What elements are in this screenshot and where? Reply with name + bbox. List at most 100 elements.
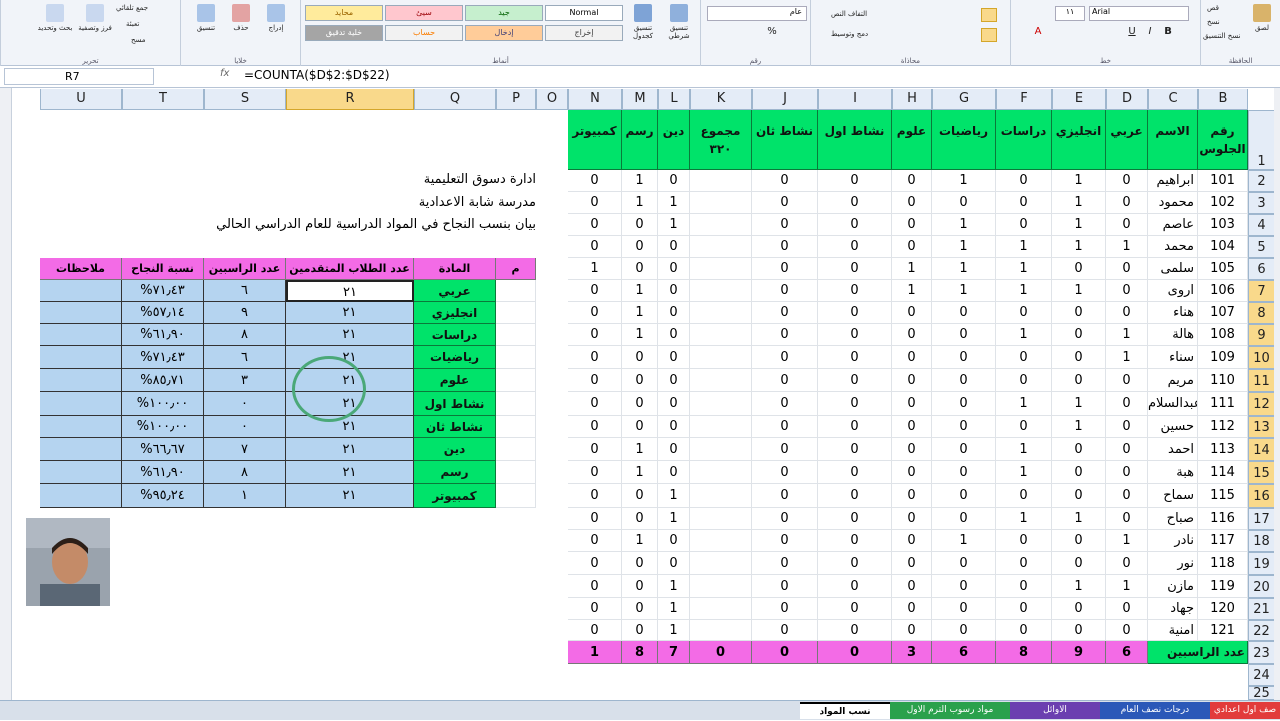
grades-cell[interactable]: 0: [752, 530, 818, 552]
grades-cell[interactable]: 0: [1052, 258, 1106, 280]
grades-cell[interactable]: 104: [1198, 236, 1248, 258]
grades-cell[interactable]: [690, 508, 752, 530]
summary-cell[interactable]: %٥٧٫١٤: [122, 302, 204, 324]
summary-cell[interactable]: [496, 461, 536, 484]
grades-cell[interactable]: 0: [1106, 620, 1148, 641]
grades-cell[interactable]: 1: [1052, 416, 1106, 438]
grades-cell[interactable]: 0: [622, 392, 658, 416]
grades-cell[interactable]: 0: [996, 170, 1052, 192]
column-header-h[interactable]: H: [892, 89, 932, 110]
grades-cell[interactable]: 1: [932, 170, 996, 192]
grades-cell[interactable]: 0: [818, 324, 892, 346]
grades-cell[interactable]: 0: [892, 214, 932, 236]
grades-cell[interactable]: 0: [996, 575, 1052, 598]
grades-cell[interactable]: 0: [568, 170, 622, 192]
grades-cell[interactable]: 0: [1052, 346, 1106, 369]
grades-cell[interactable]: 0: [932, 508, 996, 530]
column-header-i[interactable]: I: [818, 89, 892, 110]
grades-cell[interactable]: 0: [658, 258, 690, 280]
column-header-o[interactable]: O: [536, 89, 568, 110]
grades-cell[interactable]: 0: [658, 369, 690, 392]
grades-cell[interactable]: 0: [658, 461, 690, 484]
grades-cell[interactable]: [690, 324, 752, 346]
column-header-u[interactable]: U: [40, 89, 122, 110]
row-header-25[interactable]: 25: [1248, 686, 1274, 701]
grades-cell[interactable]: 0: [996, 552, 1052, 575]
grades-cell[interactable]: 0: [658, 302, 690, 324]
conditional-format-button[interactable]: تنسيق شرطي: [661, 4, 697, 40]
grades-cell[interactable]: 1: [996, 461, 1052, 484]
row-header-17[interactable]: 17: [1248, 508, 1274, 530]
totals-cell[interactable]: 0: [752, 641, 818, 664]
align-top-button[interactable]: [981, 8, 997, 22]
grades-cell[interactable]: 121: [1198, 620, 1248, 641]
grades-cell[interactable]: 0: [568, 236, 622, 258]
grades-cell[interactable]: 1: [622, 438, 658, 461]
grades-header-cell[interactable]: دين: [658, 110, 690, 170]
font-color-button[interactable]: A: [1031, 27, 1045, 37]
grades-cell[interactable]: 0: [568, 392, 622, 416]
summary-cell[interactable]: ٢١: [286, 461, 414, 484]
style-normal[interactable]: Normal: [545, 5, 623, 21]
grades-cell[interactable]: 0: [892, 416, 932, 438]
grades-cell[interactable]: 1: [1052, 236, 1106, 258]
grades-cell[interactable]: 102: [1198, 192, 1248, 214]
summary-cell[interactable]: [40, 484, 122, 508]
summary-cell[interactable]: [40, 302, 122, 324]
column-header-f[interactable]: F: [996, 89, 1052, 110]
grades-cell[interactable]: 0: [892, 552, 932, 575]
summary-header-cell[interactable]: المادة: [414, 258, 496, 280]
grades-cell[interactable]: 108: [1198, 324, 1248, 346]
grades-cell[interactable]: 0: [892, 324, 932, 346]
grades-cell[interactable]: 1: [932, 530, 996, 552]
grades-cell[interactable]: 1: [996, 258, 1052, 280]
grades-cell[interactable]: 0: [622, 620, 658, 641]
summary-cell[interactable]: %٦٦٫٦٧: [122, 438, 204, 461]
grades-cell[interactable]: [690, 484, 752, 508]
sheet-tab[interactable]: مواد رسوب الترم الاول: [890, 702, 1010, 719]
grades-cell[interactable]: 0: [622, 508, 658, 530]
grades-cell[interactable]: 107: [1198, 302, 1248, 324]
sort-filter-button[interactable]: فرز وتصفية: [75, 4, 115, 32]
grades-cell[interactable]: 0: [752, 369, 818, 392]
summary-cell[interactable]: [496, 369, 536, 392]
style-good[interactable]: جيد: [465, 5, 543, 21]
grades-header-cell[interactable]: رقم الجلوس: [1198, 110, 1248, 170]
row-header-22[interactable]: 22: [1248, 620, 1274, 641]
grades-cell[interactable]: 0: [752, 416, 818, 438]
wrap-text-button[interactable]: التفاف النص: [831, 10, 867, 18]
grades-cell[interactable]: 0: [932, 620, 996, 641]
grades-cell[interactable]: 0: [996, 214, 1052, 236]
grades-cell[interactable]: 0: [932, 438, 996, 461]
sheet-tab[interactable]: الاوائل: [1010, 702, 1100, 719]
grades-cell[interactable]: 1: [622, 324, 658, 346]
row-header-21[interactable]: 21: [1248, 598, 1274, 620]
percent-button[interactable]: %: [765, 27, 779, 37]
grades-cell[interactable]: 0: [752, 392, 818, 416]
grades-cell[interactable]: 0: [622, 258, 658, 280]
grades-cell[interactable]: 0: [1106, 369, 1148, 392]
summary-cell[interactable]: ٢١: [286, 416, 414, 438]
summary-cell[interactable]: %٨٥٫٧١: [122, 369, 204, 392]
grades-cell[interactable]: نادر: [1148, 530, 1198, 552]
grades-cell[interactable]: 1: [622, 170, 658, 192]
fill-button[interactable]: تعبئة: [126, 20, 139, 28]
grades-cell[interactable]: 0: [1106, 552, 1148, 575]
grades-cell[interactable]: 0: [892, 530, 932, 552]
grades-cell[interactable]: 118: [1198, 552, 1248, 575]
format-table-button[interactable]: تنسيق كجدول: [625, 4, 661, 40]
grades-cell[interactable]: [690, 575, 752, 598]
grades-cell[interactable]: [690, 346, 752, 369]
delete-cells-button[interactable]: حذف: [226, 4, 256, 32]
row-header-2[interactable]: 2: [1248, 170, 1274, 192]
column-header-j[interactable]: J: [752, 89, 818, 110]
grades-cell[interactable]: 0: [568, 461, 622, 484]
grades-cell[interactable]: 1: [996, 236, 1052, 258]
totals-cell[interactable]: 6: [1106, 641, 1148, 664]
summary-cell[interactable]: ٢١: [286, 438, 414, 461]
grades-cell[interactable]: 0: [622, 598, 658, 620]
grades-cell[interactable]: 1: [1052, 170, 1106, 192]
column-header-k[interactable]: K: [690, 89, 752, 110]
grades-cell[interactable]: 0: [1106, 392, 1148, 416]
subject-cell[interactable]: نشاط اول: [414, 392, 496, 416]
